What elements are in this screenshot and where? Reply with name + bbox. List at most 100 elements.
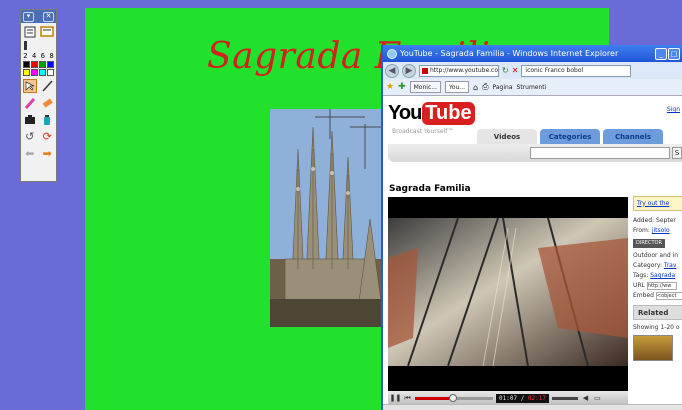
color-swatch[interactable] bbox=[31, 69, 38, 76]
browser-window: YouTube - Sagrada Familia - Windows Inte… bbox=[381, 45, 682, 410]
try-out-link[interactable]: Try out the bbox=[633, 196, 682, 211]
favorites-star-icon[interactable]: ★ bbox=[386, 82, 394, 92]
screen-icon[interactable] bbox=[40, 25, 54, 39]
sign-in-link[interactable]: Sign bbox=[667, 106, 680, 113]
toolbar-close-button[interactable]: ✕ bbox=[43, 11, 54, 22]
color-swatch[interactable] bbox=[47, 61, 54, 68]
url-field[interactable]: http://ww bbox=[646, 281, 677, 290]
time-total: 02:17 bbox=[527, 394, 546, 402]
related-count: Showing 1-20 o bbox=[633, 324, 680, 331]
stop-icon[interactable]: ✕ bbox=[512, 66, 519, 75]
width-option[interactable]: 8 bbox=[50, 52, 54, 60]
window-title: YouTube - Sagrada Familia - Windows Inte… bbox=[400, 49, 619, 58]
width-option[interactable]: 4 bbox=[32, 52, 36, 60]
tab-youtube[interactable]: You... bbox=[444, 81, 470, 93]
undo-icon[interactable]: ↺ bbox=[23, 130, 37, 144]
ie-icon bbox=[387, 48, 397, 59]
rewind-icon[interactable]: ⏮ bbox=[403, 394, 412, 403]
category-link[interactable]: Trav bbox=[664, 262, 676, 269]
maximize-button[interactable]: □ bbox=[668, 47, 680, 60]
from-label: From: bbox=[633, 227, 650, 234]
search-input[interactable]: iconic Franco bobol bbox=[521, 64, 632, 77]
video-title: Sagrada Familia bbox=[389, 184, 471, 194]
embed-label: Embed bbox=[633, 292, 654, 299]
address-bar-row: ◀ ▶ http://www.youtube.com/watch ↻ ✕ ico… bbox=[383, 62, 682, 79]
tools-menu[interactable]: Strumenti bbox=[517, 84, 547, 91]
color-swatch[interactable] bbox=[39, 61, 46, 68]
address-input[interactable]: http://www.youtube.com/watch bbox=[419, 64, 499, 77]
fullscreen-icon[interactable]: ▭ bbox=[593, 394, 602, 403]
eraser-icon[interactable] bbox=[40, 96, 54, 110]
uploader-link[interactable]: jitsolo bbox=[652, 227, 670, 234]
description-text: Outdoor and in bbox=[633, 252, 679, 259]
youtube-search-button[interactable]: S bbox=[672, 147, 682, 159]
logo-tube-text: Tube bbox=[422, 102, 475, 125]
back-icon[interactable]: ◀ bbox=[385, 63, 399, 78]
pause-icon[interactable]: ❚❚ bbox=[390, 394, 402, 403]
color-swatch[interactable] bbox=[31, 61, 38, 68]
tags-label: Tags: bbox=[633, 272, 649, 279]
related-tab[interactable]: Related bbox=[633, 305, 682, 320]
toolbar-header: ▾ ✕ bbox=[21, 10, 56, 23]
add-favorite-icon[interactable]: ✚ bbox=[398, 82, 406, 92]
youtube-header: You Tube Broadcast Yourself™ Sign Videos… bbox=[383, 96, 682, 191]
toolbar-menu-button[interactable]: ▾ bbox=[23, 11, 34, 22]
color-swatch[interactable] bbox=[23, 61, 30, 68]
color-palette bbox=[21, 61, 56, 76]
line-width-indicator bbox=[24, 41, 27, 50]
browser-tabstrip: ★ ✚ Monic... You... ⌂ ⎙ Pagina Strumenti bbox=[383, 79, 682, 96]
width-option[interactable]: 6 bbox=[41, 52, 45, 60]
youtube-nav: Videos Categories Channels bbox=[477, 129, 663, 144]
refresh-icon[interactable]: ↻ bbox=[502, 66, 509, 75]
youtube-slogan: Broadcast Yourself™ bbox=[392, 128, 454, 135]
width-option[interactable]: 2 bbox=[23, 52, 27, 60]
category-label: Category: bbox=[633, 262, 662, 269]
forward-icon[interactable]: ▶ bbox=[402, 63, 416, 78]
volume-slider[interactable] bbox=[551, 396, 578, 400]
added-date: Added: Septer bbox=[633, 217, 676, 224]
drawing-toolbar: ▾ ✕ 2 4 6 8 ↺ ⟳ ⬅ ➡ bbox=[20, 9, 57, 182]
select-pointer-icon[interactable] bbox=[22, 78, 37, 93]
player-controls: ❚❚ ⏮ 01:07 / 02:17 ◀ ▭ bbox=[388, 391, 628, 405]
next-page-icon[interactable]: ➡ bbox=[40, 147, 54, 161]
video-frame[interactable] bbox=[388, 217, 628, 367]
video-player[interactable]: ❚❚ ⏮ 01:07 / 02:17 ◀ ▭ bbox=[388, 197, 628, 405]
page-menu[interactable]: Pagina bbox=[493, 84, 513, 91]
youtube-search-bar: S bbox=[388, 144, 682, 162]
video-info-panel: Try out the Added: Septer From: jitsolo … bbox=[633, 196, 682, 361]
embed-field[interactable]: <object bbox=[655, 291, 682, 300]
seek-progress bbox=[415, 396, 454, 400]
tab-channels[interactable]: Channels bbox=[603, 129, 663, 144]
previous-page-icon[interactable]: ⬅ bbox=[23, 147, 37, 161]
home-icon[interactable]: ⌂ bbox=[473, 83, 478, 92]
page-icon[interactable] bbox=[23, 25, 37, 39]
color-swatch[interactable] bbox=[39, 69, 46, 76]
seek-bar[interactable] bbox=[415, 393, 493, 402]
logo-you-text: You bbox=[388, 102, 422, 124]
horizontal-scrollbar[interactable] bbox=[383, 404, 682, 410]
url-label: URL bbox=[633, 282, 645, 289]
related-thumbnail[interactable] bbox=[633, 335, 673, 361]
seek-handle[interactable] bbox=[449, 393, 458, 402]
line-width-selector[interactable]: 2 4 6 8 bbox=[21, 51, 56, 60]
highlighter-icon[interactable] bbox=[23, 96, 37, 110]
director-badge: DIRECTOR bbox=[633, 239, 665, 248]
cathedral-photo bbox=[270, 109, 387, 327]
tab-monic[interactable]: Monic... bbox=[409, 81, 441, 93]
minimize-button[interactable]: _ bbox=[655, 47, 667, 60]
tab-videos[interactable]: Videos bbox=[477, 129, 537, 144]
volume-icon[interactable]: ◀ bbox=[581, 394, 590, 403]
color-swatch[interactable] bbox=[23, 69, 30, 76]
fill-bucket-icon[interactable] bbox=[40, 113, 54, 127]
tab-categories[interactable]: Categories bbox=[540, 129, 600, 144]
youtube-search-input[interactable] bbox=[530, 147, 670, 159]
time-display: 01:07 / 02:17 bbox=[496, 393, 549, 403]
print-icon[interactable]: ⎙ bbox=[482, 82, 488, 92]
clear-icon[interactable]: ⟳ bbox=[40, 130, 54, 144]
youtube-logo[interactable]: You Tube bbox=[388, 102, 475, 125]
pen-icon[interactable] bbox=[40, 79, 54, 93]
tags-link[interactable]: Sagrada bbox=[650, 272, 675, 279]
color-swatch[interactable] bbox=[47, 69, 54, 76]
time-current: 01:07 bbox=[499, 394, 518, 402]
screen-capture-icon[interactable] bbox=[23, 113, 37, 127]
